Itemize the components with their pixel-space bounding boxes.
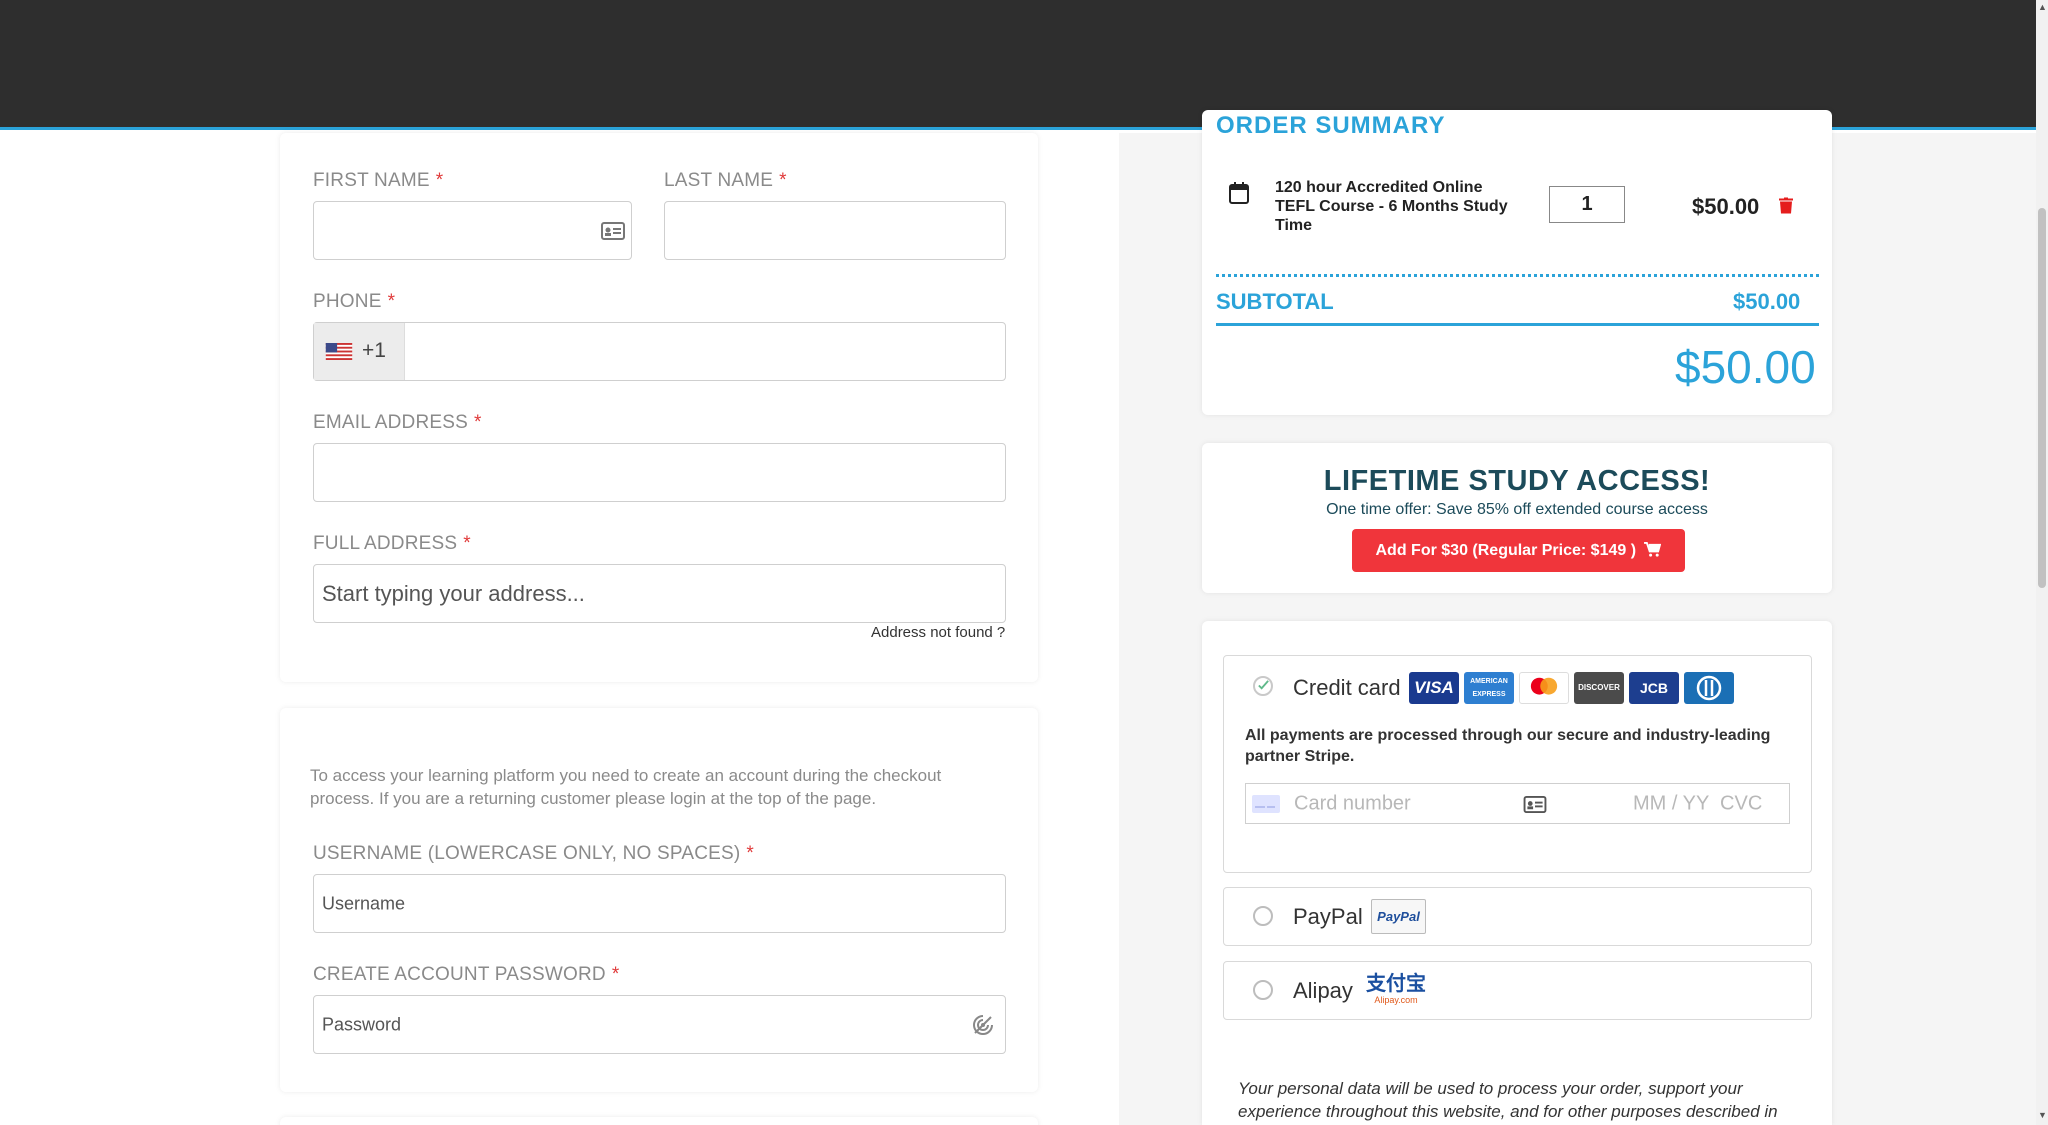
billing-details-card: FIRST NAME * LAST NAME * PHONE * +1 EMAIL A… xyxy=(280,133,1038,682)
cart-icon xyxy=(1644,542,1662,557)
phone-label: PHONE * xyxy=(313,291,396,312)
subtotal-divider xyxy=(1216,323,1819,326)
country-code: +1 xyxy=(362,339,386,362)
expiry-cvc-placeholder[interactable]: MM / YY CVC xyxy=(1633,792,1762,815)
account-info-text: To access your learning platform you nee… xyxy=(310,766,942,808)
phone-input[interactable]: +1 xyxy=(313,322,1006,381)
paypal-option[interactable]: PayPal PayPal xyxy=(1223,887,1812,946)
email-label: EMAIL ADDRESS * xyxy=(313,412,482,433)
address-input[interactable]: Start typing your address... xyxy=(313,564,1006,623)
first-name-input[interactable] xyxy=(313,201,632,260)
promo-subtitle: One time offer: Save 85% off extended co… xyxy=(1326,501,1708,518)
promo-title: LIFETIME STUDY ACCESS! xyxy=(1323,465,1711,497)
add-lifetime-access-button[interactable]: Add For $30 (Regular Price: $149 ) xyxy=(1352,529,1685,572)
username-label: USERNAME (LOWERCASE ONLY, NO SPACES) * xyxy=(313,843,755,864)
paypal-logo: PayPal xyxy=(1371,899,1426,934)
item-price: $50.00 xyxy=(1692,194,1760,219)
paypal-label: PayPal xyxy=(1293,904,1363,929)
password-visibility-icon[interactable] xyxy=(971,1013,995,1037)
diners-club-logo xyxy=(1684,672,1734,704)
last-name-input[interactable] xyxy=(664,201,1006,260)
next-card-edge xyxy=(280,1117,1038,1125)
order-summary-card: ORDER SUMMARY 120 hour Accredited Online… xyxy=(1202,110,1832,415)
contact-card-icon[interactable] xyxy=(601,221,625,241)
card-number-placeholder: Card number xyxy=(1294,792,1411,814)
autofill-card-icon[interactable] xyxy=(1523,795,1547,814)
scroll-down-arrow[interactable]: ▼ xyxy=(2038,1110,2047,1120)
check-icon xyxy=(1258,680,1269,690)
card-brand-placeholder-icon xyxy=(1252,795,1280,813)
scroll-up-arrow[interactable]: ▲ xyxy=(2038,2,2047,12)
password-label: CREATE ACCOUNT PASSWORD * xyxy=(313,964,620,985)
calendar-icon xyxy=(1229,182,1249,204)
summary-heading-clip: ORDER SUMMARY xyxy=(1202,110,1832,136)
last-name-label: LAST NAME * xyxy=(664,170,787,191)
lifetime-access-card: LIFETIME STUDY ACCESS! One time offer: S… xyxy=(1202,443,1832,593)
stripe-note: All payments are processed through our s… xyxy=(1245,727,1771,765)
card-number-input[interactable]: Card number MM / YY CVC xyxy=(1245,783,1790,824)
password-input[interactable]: Password xyxy=(313,995,1006,1054)
alipay-radio[interactable] xyxy=(1253,980,1273,1000)
alipay-logo: 支付宝 Alipay.com xyxy=(1364,971,1428,1009)
credit-card-label: Credit card xyxy=(1293,675,1401,700)
paypal-radio[interactable] xyxy=(1253,906,1273,926)
visa-logo: VISA xyxy=(1409,672,1459,704)
subtotal-label: SUBTOTAL xyxy=(1216,289,1334,314)
alipay-logo-text: 支付宝 xyxy=(1366,971,1426,995)
alipay-logo-sub: Alipay.com xyxy=(1374,995,1418,1005)
order-summary-title: ORDER SUMMARY xyxy=(1216,112,1446,136)
scrollbar-thumb[interactable] xyxy=(2038,208,2046,588)
first-name-label: FIRST NAME * xyxy=(313,170,444,191)
username-input[interactable]: Username xyxy=(313,874,1006,933)
subtotal-value: $50.00 xyxy=(1733,289,1801,314)
account-card: To access your learning platform you nee… xyxy=(280,708,1038,1092)
mastercard-logo xyxy=(1519,672,1569,704)
order-item-name: 120 hour Accredited Online TEFL Course -… xyxy=(1275,179,1508,234)
address-label: FULL ADDRESS * xyxy=(313,533,471,554)
alipay-option[interactable]: Alipay 支付宝 Alipay.com xyxy=(1223,961,1812,1020)
alipay-label: Alipay xyxy=(1293,978,1353,1003)
add-button-label: Add For $30 (Regular Price: $149 ) xyxy=(1375,542,1637,559)
address-not-found-link[interactable]: Address not found ? xyxy=(871,624,1005,641)
diners-club-icon xyxy=(1696,675,1722,701)
jcb-logo: JCB xyxy=(1629,672,1679,704)
us-flag-icon xyxy=(325,343,353,360)
quantity-input[interactable]: 1 xyxy=(1549,186,1625,223)
mastercard-icon xyxy=(1530,677,1558,695)
amex-logo: AMERICAN EXPRESS xyxy=(1464,672,1514,704)
email-input[interactable] xyxy=(313,443,1006,502)
item-divider xyxy=(1216,274,1819,277)
country-selector[interactable]: +1 xyxy=(314,323,405,380)
privacy-notice: Your personal data will be used to proce… xyxy=(1238,1079,1778,1121)
payment-card: Credit card VISA AMERICAN EXPRESS DISCOV… xyxy=(1202,621,1832,1125)
credit-card-radio[interactable] xyxy=(1253,676,1273,696)
credit-card-option[interactable]: Credit card VISA AMERICAN EXPRESS DISCOV… xyxy=(1223,655,1812,873)
order-total: $50.00 xyxy=(1675,341,1816,393)
trash-icon[interactable] xyxy=(1779,197,1793,214)
discover-logo: DISCOVER xyxy=(1574,672,1624,704)
